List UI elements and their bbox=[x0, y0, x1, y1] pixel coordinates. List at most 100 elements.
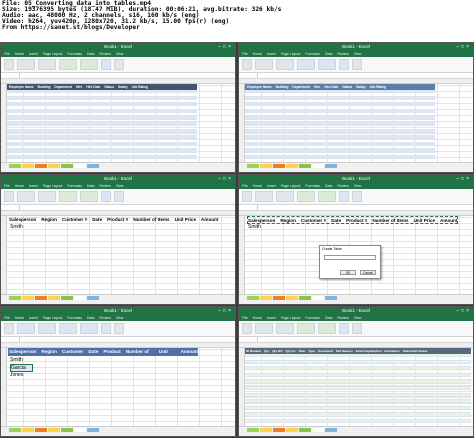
table-tools-icon bbox=[17, 323, 35, 334]
table-header-row: Salesperson Region Customer # Date Produ… bbox=[8, 348, 198, 362]
video-contact-sheet: File: 05_Converting_data_into_tables.mp4… bbox=[0, 0, 474, 438]
cell-value[interactable]: Smith bbox=[248, 224, 261, 230]
sheet-tab-bar[interactable] bbox=[1, 426, 235, 436]
ribbon bbox=[1, 57, 235, 73]
editing-group-icon bbox=[352, 191, 362, 202]
range-input[interactable] bbox=[324, 255, 376, 260]
align-group-icon bbox=[276, 323, 294, 334]
editing-group-icon bbox=[114, 191, 124, 202]
cell-value[interactable]: Smith bbox=[10, 224, 23, 230]
table-rows bbox=[245, 354, 471, 424]
cells-group-icon bbox=[101, 323, 111, 334]
sheet-tab-bar[interactable] bbox=[239, 162, 473, 172]
header-region: Region bbox=[41, 217, 57, 222]
cell-garcia[interactable]: Garcia bbox=[10, 364, 33, 372]
font-group-icon bbox=[255, 59, 273, 70]
header-number-items: Number of Items bbox=[125, 349, 149, 362]
style-gallery-icon bbox=[59, 323, 77, 334]
header-unit-price: Unit Price bbox=[174, 217, 197, 222]
cells-group-icon bbox=[339, 323, 349, 334]
header-region: Region bbox=[280, 218, 296, 223]
styles-group-icon bbox=[318, 323, 336, 334]
header-unit-price: Unit Price bbox=[413, 218, 436, 223]
font-group-icon bbox=[17, 191, 35, 202]
thumbnail-3[interactable]: Book1 - Excel –□× File Home Insert Page L… bbox=[0, 174, 236, 305]
editing-group-icon bbox=[114, 59, 124, 70]
align-group-icon bbox=[38, 191, 56, 202]
thumbnail-1[interactable]: Book1 - Excel –□× File Home Insert Page L… bbox=[0, 42, 236, 173]
cells-group-icon bbox=[339, 191, 349, 202]
format-group-icon bbox=[59, 191, 77, 202]
create-table-dialog[interactable]: Create Table OK Cancel bbox=[319, 245, 381, 279]
source-info: From https://sanet.st/blogs/Developer bbox=[2, 24, 140, 31]
paste-icon bbox=[4, 59, 14, 70]
ok-button[interactable]: OK bbox=[340, 270, 356, 275]
window-controls-icon: –□× bbox=[456, 308, 471, 314]
window-title: Book1 - Excel –□× bbox=[239, 175, 473, 183]
paste-icon bbox=[4, 191, 14, 202]
header-row: Salesperson Region Customer # Date Produ… bbox=[9, 216, 218, 224]
cells-group-icon bbox=[101, 191, 111, 202]
cancel-button[interactable]: Cancel bbox=[360, 270, 376, 275]
thumbnail-5[interactable]: Book1 - Excel –□× File Home Insert Page L… bbox=[0, 306, 236, 437]
thumbnail-grid: Book1 - Excel –□× File Home Insert Page L… bbox=[0, 42, 474, 438]
sheet-tab-bar[interactable] bbox=[1, 162, 235, 172]
cells-group-icon bbox=[101, 59, 111, 70]
header-unit-price: Unit Price bbox=[158, 349, 171, 362]
thumbnail-2[interactable]: Book1 - Excel –□× File Home Insert Page L… bbox=[238, 42, 474, 173]
header-customer: Customer # bbox=[300, 218, 327, 223]
paste-icon bbox=[242, 191, 252, 202]
name-box bbox=[240, 73, 258, 78]
window-title: Book1 - Excel –□× bbox=[1, 175, 235, 183]
header-amount: Amount bbox=[180, 349, 198, 354]
align-group-icon bbox=[276, 59, 294, 70]
header-salesperson: Salesperson bbox=[9, 349, 37, 354]
font-group-icon bbox=[255, 323, 273, 334]
header-product: Product # bbox=[346, 218, 368, 223]
header-date: Date bbox=[92, 217, 103, 222]
sheet-tab-bar[interactable] bbox=[239, 294, 473, 304]
align-group-icon bbox=[276, 191, 294, 202]
row-headers bbox=[239, 216, 245, 296]
header-product: Product # bbox=[107, 217, 129, 222]
header-salesperson: Salesperson bbox=[248, 218, 276, 223]
ribbon bbox=[1, 321, 235, 337]
window-title: Book1 - Excel –□× bbox=[239, 307, 473, 315]
paste-icon bbox=[242, 323, 252, 334]
window-title: Book1 - Excel –□× bbox=[1, 307, 235, 315]
window-title: Book1 - Excel –□× bbox=[1, 43, 235, 51]
format-group-icon bbox=[297, 191, 315, 202]
header-number-items: Number of Items bbox=[133, 217, 170, 222]
table-tools-icon bbox=[297, 59, 315, 70]
window-controls-icon: –□× bbox=[218, 176, 233, 182]
window-title: Book1 - Excel –□× bbox=[239, 43, 473, 51]
cell-smith[interactable]: Smith bbox=[10, 357, 23, 363]
thumbnail-6[interactable]: Book1 - Excel –□× File Home Insert Page L… bbox=[238, 306, 474, 437]
file-info-header: File: 05_Converting_data_into_tables.mp4… bbox=[0, 0, 474, 42]
window-controls-icon: –□× bbox=[456, 44, 471, 50]
window-controls-icon: –□× bbox=[456, 176, 471, 182]
table-styles-icon bbox=[38, 323, 56, 334]
format-group-icon bbox=[59, 59, 77, 70]
styles-group-icon bbox=[80, 59, 98, 70]
style-options-icon bbox=[80, 323, 98, 334]
name-box bbox=[2, 337, 20, 342]
sheet-tab-bar[interactable] bbox=[239, 426, 473, 436]
dialog-title: Create Table bbox=[322, 247, 342, 251]
name-box bbox=[240, 205, 258, 210]
cell-jones[interactable]: Jones bbox=[10, 372, 23, 378]
row-headers bbox=[1, 348, 7, 428]
editing-group-icon bbox=[114, 323, 124, 334]
name-box bbox=[2, 73, 20, 78]
header-date: Date bbox=[88, 349, 99, 354]
window-controls-icon: –□× bbox=[218, 44, 233, 50]
editing-group-icon bbox=[352, 59, 362, 70]
font-group-icon bbox=[255, 191, 273, 202]
sheet-tab-bar[interactable] bbox=[1, 294, 235, 304]
header-product: Product # bbox=[103, 349, 121, 362]
header-number-items: Number of Items bbox=[372, 218, 409, 223]
paste-icon bbox=[4, 323, 14, 334]
thumbnail-4[interactable]: Book1 - Excel –□× File Home Insert Page L… bbox=[238, 174, 474, 305]
header-amount: Amount bbox=[440, 218, 458, 223]
ribbon bbox=[1, 189, 235, 205]
